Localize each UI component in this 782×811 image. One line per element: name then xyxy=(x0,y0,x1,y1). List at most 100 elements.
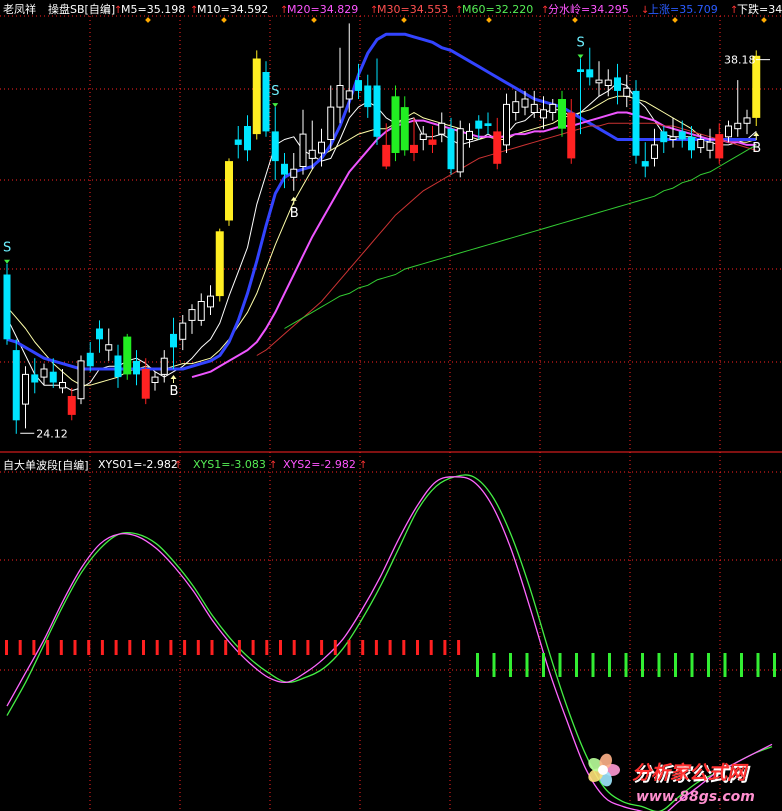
candle-body xyxy=(456,128,464,173)
candle-body xyxy=(281,163,288,175)
header-value: 下跌=34 xyxy=(737,2,782,16)
watermark-title: 分析家公式网 xyxy=(632,762,749,784)
red-signal-bar xyxy=(142,640,145,655)
red-signal-bar xyxy=(183,640,187,655)
stock-chart: ↑M5=35.198 ↑M10=34.592 ↑M20=34.829 ↑M30=34.… xyxy=(0,2,782,811)
candle-body xyxy=(595,79,603,84)
candle-body xyxy=(170,333,177,348)
red-signal-bar xyxy=(374,640,378,655)
candle-body xyxy=(299,133,307,168)
candle-body xyxy=(521,98,529,108)
candle-body xyxy=(512,101,520,113)
candle-body xyxy=(715,134,724,159)
buy-arrow-icon xyxy=(753,132,760,136)
buy-signal-label: B xyxy=(290,206,299,221)
candle-body xyxy=(308,149,316,159)
diamond-marker xyxy=(401,17,407,23)
candle-body xyxy=(428,139,437,145)
watermark-url: www.88gs.com xyxy=(636,789,755,805)
candle-body xyxy=(318,141,325,154)
candle-body xyxy=(382,144,391,167)
red-signal-bar xyxy=(73,640,77,655)
candle-body xyxy=(651,144,658,159)
green-signal-bar xyxy=(657,653,661,677)
green-signal-bar xyxy=(591,653,595,677)
candle-body xyxy=(447,128,455,170)
candle-body xyxy=(632,90,640,156)
candle-body xyxy=(614,77,621,91)
green-signal-bar xyxy=(674,653,677,677)
green-signal-bar xyxy=(608,653,611,677)
candle-body xyxy=(400,107,409,151)
candle-body xyxy=(12,350,20,421)
candle-body xyxy=(438,122,446,135)
candle-body xyxy=(271,131,279,162)
sub-header-value: XYS01=-2.982 xyxy=(98,458,178,471)
candle-body xyxy=(466,130,473,140)
sell-arrow-icon xyxy=(4,259,10,264)
sell-signal-label: S xyxy=(577,36,585,51)
candle-body xyxy=(336,85,344,108)
candle-body xyxy=(373,85,381,137)
candle-body xyxy=(123,336,132,375)
arrow-up-icon: ↑ xyxy=(174,460,182,471)
green-signal-bar xyxy=(723,653,727,677)
buy-arrow-icon xyxy=(170,375,177,379)
candle-body xyxy=(244,126,251,151)
red-signal-bar xyxy=(59,640,63,655)
red-signal-bar xyxy=(361,640,365,655)
green-signal-bar xyxy=(740,653,743,677)
buy-signal-label: B xyxy=(752,141,761,156)
ma-line-上涨 xyxy=(6,32,757,371)
header-value: M30=34.553 xyxy=(377,3,448,16)
red-signal-bar xyxy=(100,640,104,655)
candle-body xyxy=(197,301,205,321)
candle-body xyxy=(252,58,261,135)
green-signal-bar xyxy=(525,653,529,677)
red-signal-bar xyxy=(279,640,282,655)
diamond-marker xyxy=(486,17,492,23)
red-signal-bar xyxy=(18,640,22,655)
candle-body xyxy=(419,133,427,141)
candle-body xyxy=(734,122,742,130)
candle-body xyxy=(86,352,94,367)
candle-body xyxy=(391,96,400,153)
green-signal-bar xyxy=(509,653,512,677)
red-signal-bar xyxy=(87,640,91,655)
sub-header-value: XYS2=-2.982 xyxy=(283,458,356,471)
red-signal-bar xyxy=(429,640,433,655)
candle-body xyxy=(678,131,686,140)
sub-header-items: XYS01=-2.982↑ XYS1=-3.083 ↑ XYS2=-2.982 ↑ xyxy=(98,458,367,471)
diamond-marker xyxy=(221,17,227,23)
candlesticks xyxy=(3,23,761,434)
green-signal-bar xyxy=(690,653,694,677)
header-items: ↑M5=35.198 ↑M10=34.592 ↑M20=34.829 ↑M30=34.… xyxy=(114,2,782,23)
candle-body xyxy=(660,131,668,143)
diamond-marker xyxy=(572,17,578,23)
green-signal-bar xyxy=(707,653,710,677)
candle-body xyxy=(688,136,695,151)
candle-body xyxy=(179,322,187,340)
sell-signal-label: S xyxy=(271,84,279,99)
sell-arrow-icon xyxy=(577,54,584,59)
red-signal-bar xyxy=(128,640,132,655)
candle-body xyxy=(215,231,224,297)
high-price-label: 38.18 xyxy=(724,54,756,67)
candle-body xyxy=(141,369,150,399)
candle-body xyxy=(669,136,677,141)
green-signal-bar xyxy=(492,653,496,677)
red-signal-bar xyxy=(46,640,50,655)
red-signal-bar xyxy=(443,640,447,655)
candle-body xyxy=(623,87,631,97)
ma-line-M60 xyxy=(284,144,757,329)
candle-body xyxy=(345,90,353,100)
red-signal-bar xyxy=(210,640,214,655)
red-signal-bar xyxy=(224,640,228,655)
oscillator-panel xyxy=(5,474,776,811)
red-signal-bar xyxy=(251,640,255,655)
moving-averages xyxy=(6,32,757,392)
green-signal-bar xyxy=(575,653,578,677)
candle-body xyxy=(114,355,122,378)
candle-body xyxy=(604,79,612,86)
red-signal-bar xyxy=(388,640,392,655)
